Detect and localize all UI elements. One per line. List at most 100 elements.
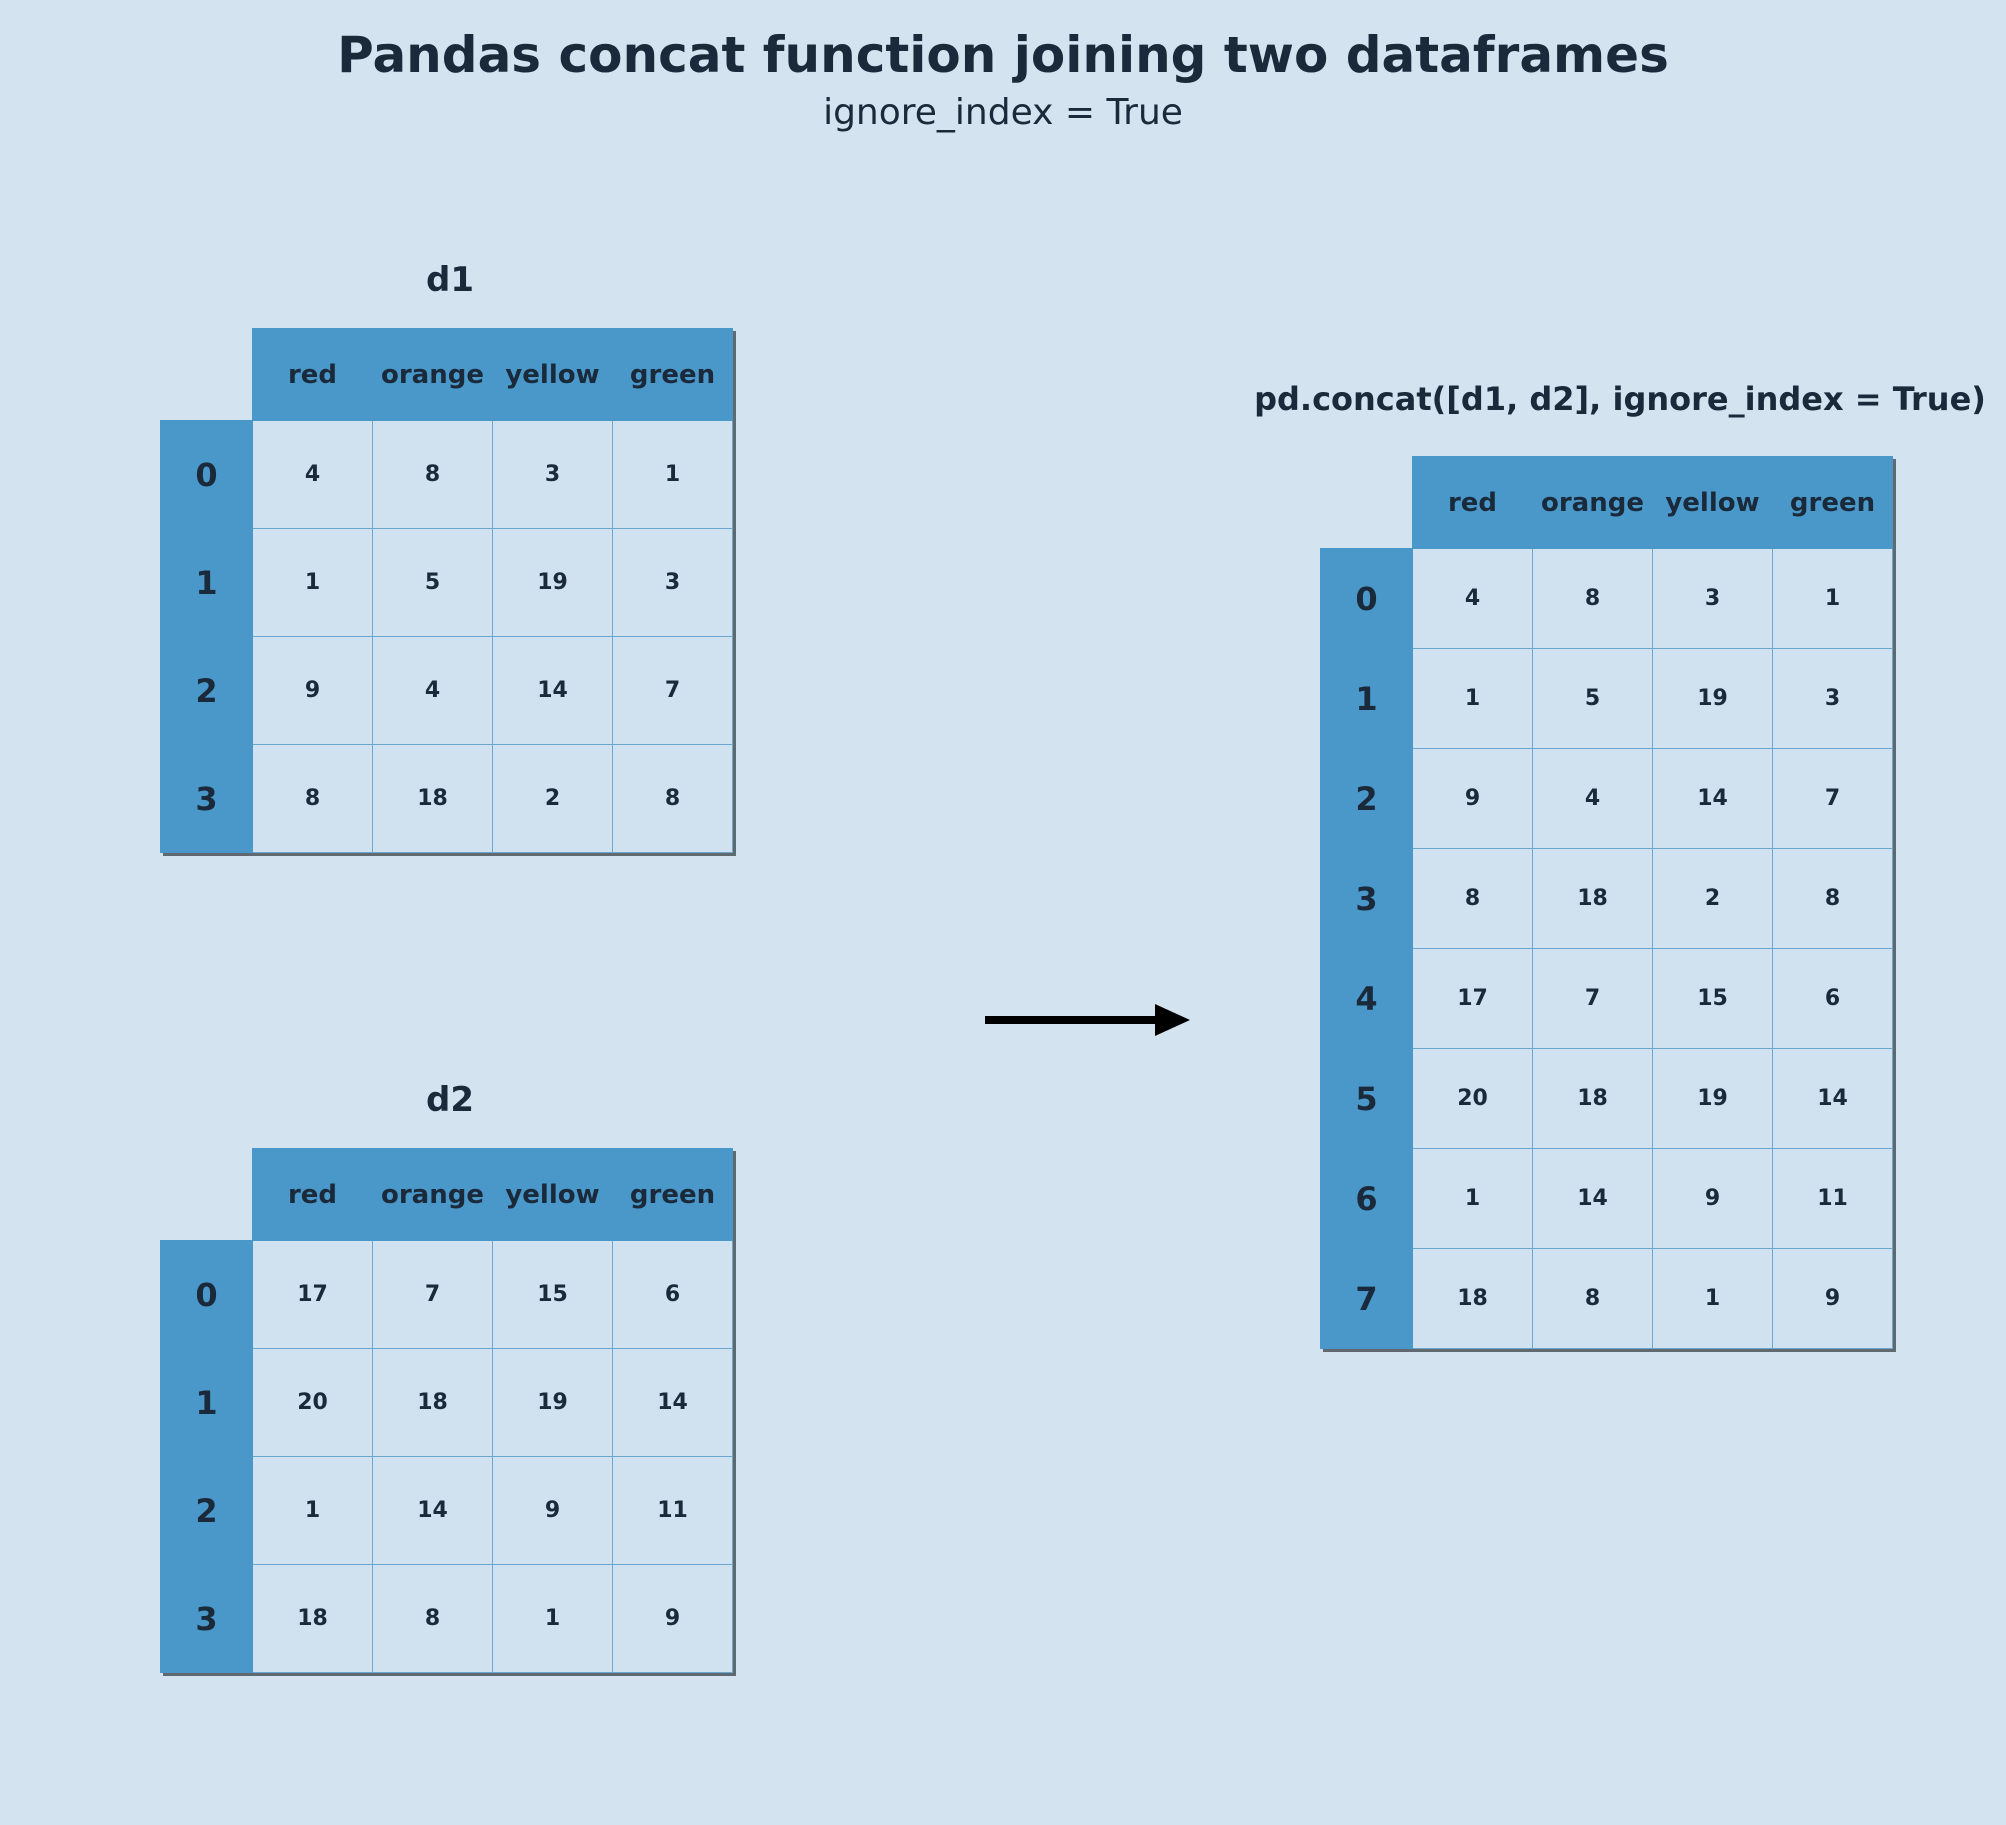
cell: 20: [1413, 1049, 1533, 1149]
cell: 1: [253, 1457, 373, 1565]
table-row: 1 1 5 19 3: [161, 529, 733, 637]
cell: 3: [493, 421, 613, 529]
column-header: orange: [1533, 457, 1653, 549]
cell: 18: [1533, 1049, 1653, 1149]
cell: 9: [1773, 1249, 1893, 1349]
table-corner: [161, 1149, 253, 1241]
column-header: red: [1413, 457, 1533, 549]
cell: 1: [1773, 549, 1893, 649]
cell: 5: [373, 529, 493, 637]
cell: 14: [1533, 1149, 1653, 1249]
row-index: 0: [1321, 549, 1413, 649]
table-row: 2 9 4 14 7: [1321, 749, 1893, 849]
cell: 4: [1413, 549, 1533, 649]
row-index: 0: [161, 1241, 253, 1349]
cell: 6: [1773, 949, 1893, 1049]
table-row: 5 20 18 19 14: [1321, 1049, 1893, 1149]
table-row: 0 4 8 3 1: [161, 421, 733, 529]
dataframe-result-table: red orange yellow green 0 4 8 3 1 1 1 5: [1320, 456, 1893, 1349]
row-index: 2: [161, 637, 253, 745]
cell: 14: [1773, 1049, 1893, 1149]
cell: 9: [493, 1457, 613, 1565]
cell: 1: [613, 421, 733, 529]
column-header: red: [253, 329, 373, 421]
table-row: 1 1 5 19 3: [1321, 649, 1893, 749]
table-row: 7 18 8 1 9: [1321, 1249, 1893, 1349]
row-index: 2: [161, 1457, 253, 1565]
column-header: yellow: [1653, 457, 1773, 549]
dataframe-d1-label: d1: [160, 260, 740, 300]
dataframe-d2-table: red orange yellow green 0 17 7 15 6 1 20: [160, 1148, 733, 1673]
table-corner: [161, 329, 253, 421]
table-row: 0 4 8 3 1: [1321, 549, 1893, 649]
cell: 7: [613, 637, 733, 745]
table-row: 1 20 18 19 14: [161, 1349, 733, 1457]
row-index: 0: [161, 421, 253, 529]
table-row: 0 17 7 15 6: [161, 1241, 733, 1349]
column-header: yellow: [493, 1149, 613, 1241]
table-row: 2 1 14 9 11: [161, 1457, 733, 1565]
cell: 19: [493, 529, 613, 637]
row-index: 3: [161, 1565, 253, 1673]
cell: 7: [1533, 949, 1653, 1049]
column-header: green: [613, 1149, 733, 1241]
column-header: red: [253, 1149, 373, 1241]
page-title: Pandas concat function joining two dataf…: [0, 26, 2006, 84]
cell: 15: [493, 1241, 613, 1349]
cell: 8: [1773, 849, 1893, 949]
dataframe-result-block: pd.concat([d1, d2], ignore_index = True)…: [1260, 380, 1980, 1349]
cell: 18: [1533, 849, 1653, 949]
cell: 14: [373, 1457, 493, 1565]
cell: 1: [253, 529, 373, 637]
cell: 14: [493, 637, 613, 745]
dataframe-d1-block: d1 red orange yellow green 0 4 8 3 1: [160, 260, 740, 853]
row-index: 1: [1321, 649, 1413, 749]
cell: 1: [1413, 649, 1533, 749]
column-header: green: [1773, 457, 1893, 549]
cell: 8: [373, 1565, 493, 1673]
table-row: 4 17 7 15 6: [1321, 949, 1893, 1049]
table-row: 2 9 4 14 7: [161, 637, 733, 745]
cell: 1: [1413, 1149, 1533, 1249]
cell: 17: [1413, 949, 1533, 1049]
cell: 3: [1653, 549, 1773, 649]
row-index: 7: [1321, 1249, 1413, 1349]
table-row: 3 8 18 2 8: [161, 745, 733, 853]
cell: 18: [373, 1349, 493, 1457]
cell: 5: [1533, 649, 1653, 749]
cell: 8: [253, 745, 373, 853]
cell: 8: [1533, 1249, 1653, 1349]
cell: 2: [1653, 849, 1773, 949]
table-row: 6 1 14 9 11: [1321, 1149, 1893, 1249]
row-index: 3: [161, 745, 253, 853]
cell: 1: [493, 1565, 613, 1673]
row-index: 1: [161, 529, 253, 637]
row-index: 2: [1321, 749, 1413, 849]
table-row: 3 8 18 2 8: [1321, 849, 1893, 949]
cell: 17: [253, 1241, 373, 1349]
cell: 14: [613, 1349, 733, 1457]
cell: 11: [1773, 1149, 1893, 1249]
arrow-right-icon: [980, 1000, 1190, 1040]
cell: 3: [1773, 649, 1893, 749]
column-header: green: [613, 329, 733, 421]
cell: 8: [1413, 849, 1533, 949]
row-index: 3: [1321, 849, 1413, 949]
row-index: 4: [1321, 949, 1413, 1049]
cell: 4: [1533, 749, 1653, 849]
cell: 9: [1413, 749, 1533, 849]
cell: 9: [253, 637, 373, 745]
dataframe-d2-block: d2 red orange yellow green 0 17 7 15 6: [160, 1080, 740, 1673]
dataframe-d1-table: red orange yellow green 0 4 8 3 1 1 1 5: [160, 328, 733, 853]
cell: 19: [1653, 649, 1773, 749]
cell: 18: [1413, 1249, 1533, 1349]
cell: 18: [253, 1565, 373, 1673]
row-index: 6: [1321, 1149, 1413, 1249]
table-row: 3 18 8 1 9: [161, 1565, 733, 1673]
dataframe-d2-label: d2: [160, 1080, 740, 1120]
cell: 4: [373, 637, 493, 745]
cell: 19: [1653, 1049, 1773, 1149]
cell: 14: [1653, 749, 1773, 849]
column-header: orange: [373, 329, 493, 421]
diagram-page: Pandas concat function joining two dataf…: [0, 0, 2006, 1825]
